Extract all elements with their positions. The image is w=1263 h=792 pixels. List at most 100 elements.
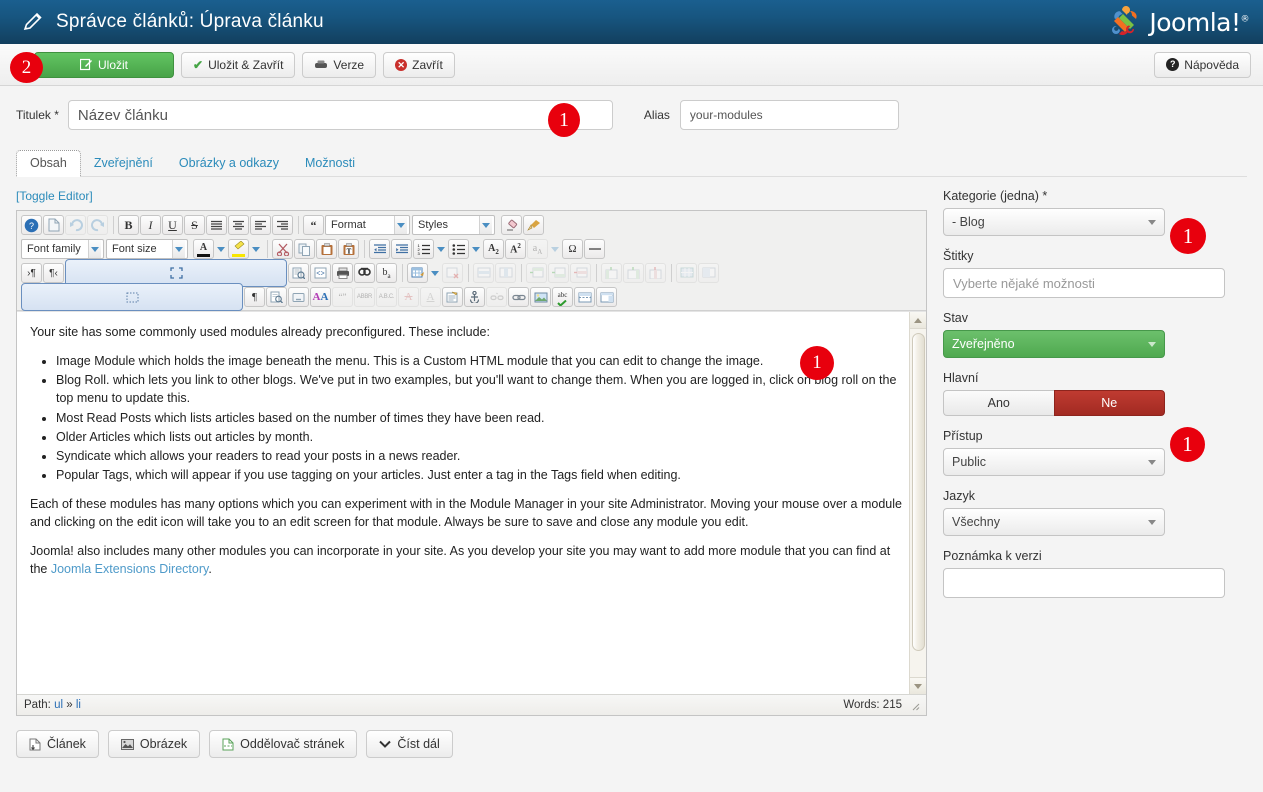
close-button[interactable]: ✕ Zavřít — [383, 51, 455, 78]
featured-yes-option[interactable]: Ano — [943, 390, 1054, 416]
access-select[interactable]: Public — [943, 448, 1165, 476]
anchor-icon[interactable] — [464, 287, 485, 307]
cut-icon[interactable] — [272, 239, 293, 259]
redo-icon[interactable] — [87, 215, 108, 235]
strikethrough-icon[interactable]: S — [184, 215, 205, 235]
save-and-close-button[interactable]: ✔ Uložit & Zavřít — [181, 51, 296, 78]
eraser-icon[interactable] — [501, 215, 522, 235]
versions-button[interactable]: Verze — [302, 51, 377, 78]
superscript-icon[interactable]: A2 — [505, 239, 526, 259]
language-select[interactable]: Všechny — [943, 508, 1165, 536]
print-icon[interactable] — [332, 263, 353, 283]
tab-moznosti[interactable]: Možnosti — [292, 151, 368, 177]
save-button[interactable]: Uložit — [34, 51, 174, 78]
numbered-list-icon[interactable]: 123 — [413, 239, 434, 259]
insert-module-icon[interactable] — [596, 287, 617, 307]
delete-column-icon[interactable] — [645, 263, 666, 283]
attributes-icon[interactable] — [442, 287, 463, 307]
source-code-icon[interactable]: <> — [310, 263, 331, 283]
insert-row-before-icon[interactable] — [526, 263, 547, 283]
highlight-color-chevron-icon[interactable] — [250, 239, 262, 259]
font-color-picker-icon[interactable]: AA — [310, 287, 331, 307]
insert-column-after-icon[interactable] — [623, 263, 644, 283]
subscript-icon[interactable]: A2 — [483, 239, 504, 259]
category-select[interactable]: - Blog — [943, 208, 1165, 236]
quotation-icon[interactable]: “” — [332, 287, 353, 307]
delete-table-icon[interactable] — [442, 263, 463, 283]
editor-scrollbar[interactable] — [909, 312, 926, 694]
path-node-ul[interactable]: ul — [54, 699, 63, 711]
replace-icon[interactable]: ba — [376, 263, 397, 283]
tab-obsah[interactable]: Obsah — [16, 149, 81, 177]
horizontal-rule-icon[interactable] — [584, 239, 605, 259]
page-break-icon[interactable] — [574, 287, 595, 307]
tab-obrazky-a-odkazy[interactable]: Obrázky a odkazy — [166, 151, 292, 177]
show-invisible-chars-icon[interactable]: ¶ — [244, 287, 265, 307]
format-select[interactable]: Format — [325, 215, 410, 235]
search-icon[interactable] — [354, 263, 375, 283]
insert-article-button[interactable]: Článek — [16, 730, 99, 758]
fontfamily-select[interactable]: Font family — [21, 239, 104, 259]
paste-as-text-icon[interactable]: T — [338, 239, 359, 259]
align-left-icon[interactable] — [250, 215, 271, 235]
toggle-editor-link[interactable]: [Toggle Editor] — [16, 189, 93, 203]
numbered-list-chevron-icon[interactable] — [435, 239, 447, 259]
path-node-li[interactable]: li — [76, 699, 81, 711]
text-color-icon[interactable]: A — [193, 239, 214, 259]
insert-table-icon[interactable] — [407, 263, 428, 283]
blockquote-icon[interactable]: “ — [303, 215, 324, 235]
italic-icon[interactable]: I — [140, 215, 161, 235]
delete-row-icon[interactable] — [570, 263, 591, 283]
text-color-chevron-icon[interactable] — [215, 239, 227, 259]
delete-text-icon[interactable]: A — [398, 287, 419, 307]
ltr-direction-icon[interactable]: ›¶ — [21, 263, 42, 283]
scroll-up-arrow-icon[interactable] — [909, 312, 926, 329]
insert-layer-icon[interactable] — [288, 287, 309, 307]
align-center-icon[interactable] — [228, 215, 249, 235]
joomla-extensions-directory-link[interactable]: Joomla Extensions Directory — [51, 562, 208, 576]
align-justify-icon[interactable] — [206, 215, 227, 235]
unlink-icon[interactable] — [486, 287, 507, 307]
highlight-color-icon[interactable] — [228, 239, 249, 259]
fontsize-select[interactable]: Font size — [106, 239, 188, 259]
undo-icon[interactable] — [65, 215, 86, 235]
scroll-down-arrow-icon[interactable] — [909, 677, 926, 694]
paste-icon[interactable] — [316, 239, 337, 259]
table-chevron-icon[interactable] — [429, 263, 441, 283]
featured-no-option[interactable]: Ne — [1053, 390, 1165, 416]
bulleted-list-icon[interactable] — [448, 239, 469, 259]
insert-image-icon[interactable] — [530, 287, 551, 307]
featured-toggle[interactable]: Ano Ne — [943, 390, 1165, 416]
styles-select[interactable]: Styles — [412, 215, 495, 235]
editor-content-area[interactable]: Your site has some commonly used modules… — [17, 311, 926, 694]
indent-icon[interactable] — [391, 239, 412, 259]
insert-text-icon[interactable]: A — [420, 287, 441, 307]
insert-pagebreak-button[interactable]: Oddělovač stránek — [209, 730, 358, 758]
alias-input[interactable] — [679, 100, 899, 130]
new-document-icon[interactable] — [43, 215, 64, 235]
editor-body[interactable]: Your site has some commonly used modules… — [17, 312, 926, 579]
insert-row-after-icon[interactable] — [548, 263, 569, 283]
title-input[interactable] — [67, 100, 613, 130]
spellchecker-icon[interactable]: abc — [552, 287, 573, 307]
special-character-icon[interactable]: Ω — [562, 239, 583, 259]
cell-properties-icon[interactable] — [495, 263, 516, 283]
preview-icon[interactable] — [288, 263, 309, 283]
insert-column-before-icon[interactable] — [601, 263, 622, 283]
spellcheck-chevron-icon[interactable] — [549, 239, 561, 259]
bold-icon[interactable]: B — [118, 215, 139, 235]
underline-icon[interactable]: U — [162, 215, 183, 235]
abbreviation-icon[interactable]: ABBR — [354, 287, 375, 307]
spellcheck-icon[interactable]: aA — [527, 239, 548, 259]
visual-aid-icon[interactable] — [21, 283, 243, 311]
copy-icon[interactable] — [294, 239, 315, 259]
status-select[interactable]: Zveřejněno — [943, 330, 1165, 358]
outdent-icon[interactable] — [369, 239, 390, 259]
tags-input[interactable]: Vyberte nějaké možnosti — [943, 268, 1225, 298]
split-cells-icon[interactable] — [676, 263, 697, 283]
insert-readmore-button[interactable]: Číst dál — [366, 730, 453, 758]
version-note-input[interactable] — [943, 568, 1225, 598]
editor-resize-handle[interactable] — [908, 699, 920, 711]
link-icon[interactable] — [508, 287, 529, 307]
scrollbar-thumb[interactable] — [911, 333, 925, 651]
